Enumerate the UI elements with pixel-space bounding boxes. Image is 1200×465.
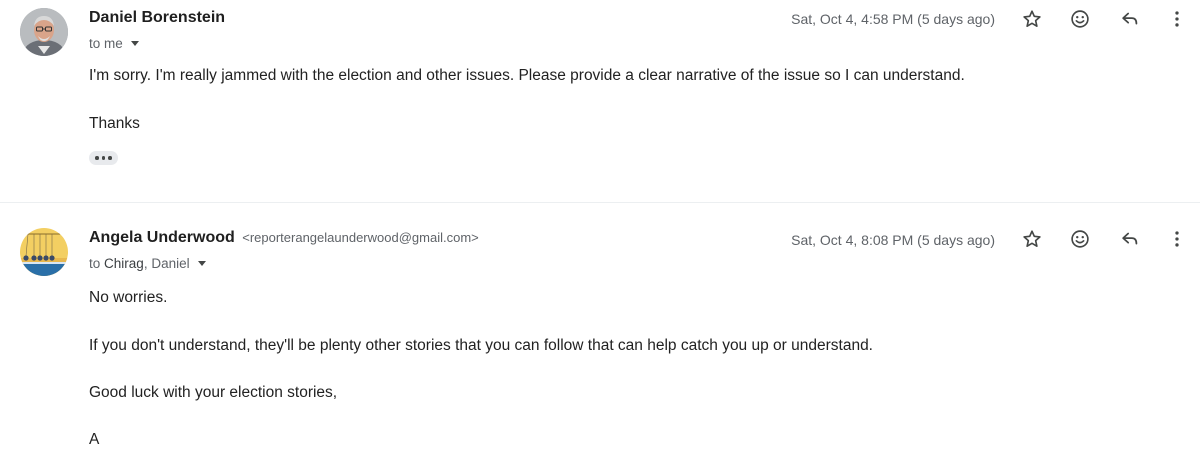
sender-email: <reporterangelaunderwood@gmail.com> xyxy=(242,230,479,245)
recipients-names: me xyxy=(104,36,123,51)
recipients-prefix: to xyxy=(89,256,101,271)
more-options-button[interactable] xyxy=(1163,225,1191,253)
recipients-prefix: to xyxy=(89,36,101,51)
reply-icon xyxy=(1122,12,1138,25)
more-vert-icon xyxy=(1175,231,1179,247)
chevron-down-icon[interactable] xyxy=(197,261,206,266)
add-reaction-icon xyxy=(1071,230,1089,248)
recipient-chirag: Chirag xyxy=(104,256,144,271)
email-message-2: Angela Underwood <reporterangelaunderwoo… xyxy=(0,202,1200,465)
message-paragraph: Good luck with your election stories, xyxy=(89,384,338,401)
email-message-1: Daniel Borenstein to me Sat, Oct 4, 4:58… xyxy=(0,0,1200,202)
star-outline-icon xyxy=(1023,10,1041,27)
add-reaction-button[interactable] xyxy=(1066,5,1094,33)
message-paragraph: I'm sorry. I'm really jammed with the el… xyxy=(89,67,965,84)
more-vert-icon xyxy=(1175,11,1179,27)
add-reaction-icon xyxy=(1071,10,1089,28)
sender-avatar[interactable] xyxy=(20,228,68,276)
sender-name[interactable]: Daniel Borenstein xyxy=(89,9,225,26)
more-horiz-icon-dot xyxy=(101,156,106,160)
more-horiz-icon-dot xyxy=(108,156,112,160)
recipients-line[interactable]: to me xyxy=(89,36,139,51)
star-outline-icon xyxy=(1023,230,1041,247)
message-timestamp: Sat, Oct 4, 8:08 PM (5 days ago) xyxy=(791,232,995,248)
message-paragraph: No worries. xyxy=(89,289,168,306)
reply-icon xyxy=(1122,232,1138,245)
message-paragraph: A xyxy=(89,431,100,448)
sender-line: Daniel Borenstein xyxy=(89,9,225,27)
message-paragraph: Thanks xyxy=(89,115,140,132)
reply-button[interactable] xyxy=(1116,5,1144,33)
chevron-down-icon[interactable] xyxy=(130,41,139,46)
show-trimmed-content-button[interactable] xyxy=(89,151,118,165)
newtons-cradle-avatar xyxy=(20,228,68,276)
recipients-line[interactable]: to Chirag, Daniel xyxy=(89,256,206,271)
more-horiz-icon-dot xyxy=(95,156,99,160)
more-options-button[interactable] xyxy=(1163,5,1191,33)
sender-avatar[interactable] xyxy=(20,8,68,56)
add-reaction-button[interactable] xyxy=(1066,225,1094,253)
sender-line: Angela Underwood <reporterangelaunderwoo… xyxy=(89,229,479,247)
sender-name[interactable]: Angela Underwood xyxy=(89,229,235,246)
star-button[interactable] xyxy=(1018,5,1046,33)
recipient-daniel: , Daniel xyxy=(143,256,190,271)
message-paragraph: If you don't understand, they'll be plen… xyxy=(89,337,873,354)
star-button[interactable] xyxy=(1018,225,1046,253)
reply-button[interactable] xyxy=(1116,225,1144,253)
person-photo-avatar xyxy=(20,8,68,56)
message-timestamp: Sat, Oct 4, 4:58 PM (5 days ago) xyxy=(791,11,995,27)
